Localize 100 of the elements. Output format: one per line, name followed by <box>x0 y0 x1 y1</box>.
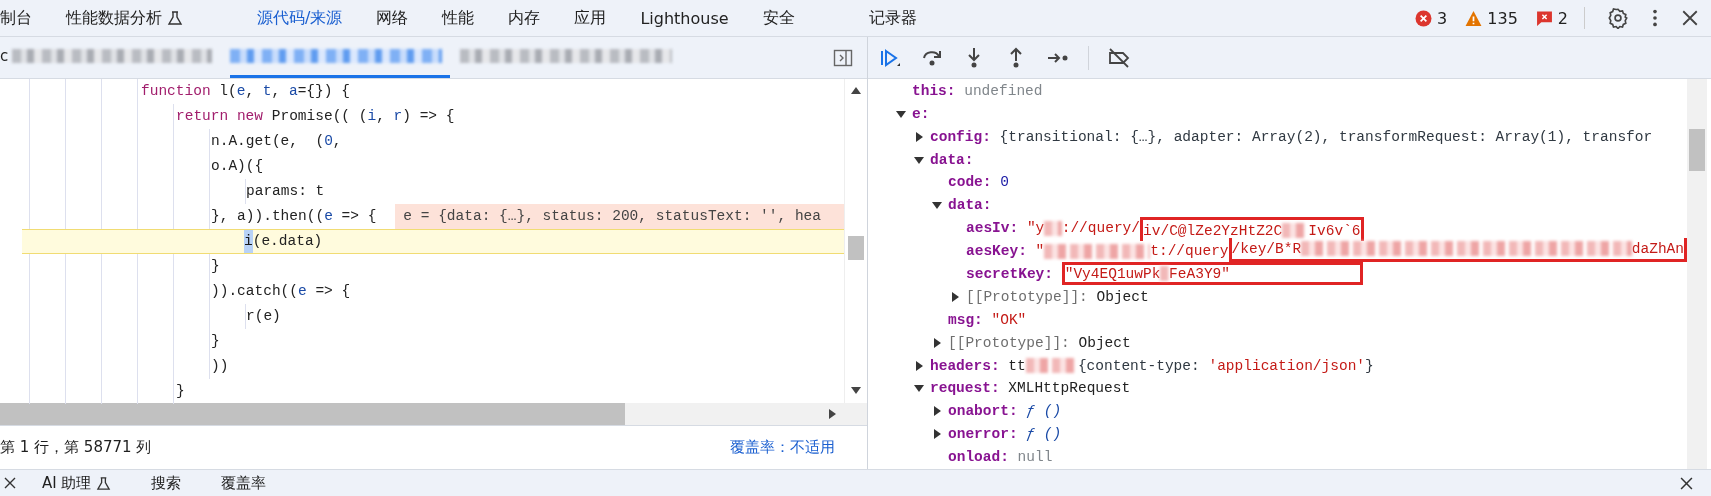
property-key: aesIv: <box>966 220 1019 237</box>
deactivate-breakpoints-icon[interactable] <box>1107 45 1131 70</box>
property-key: request: <box>930 380 1000 397</box>
property-value: {transitional: {…}, adapter: Array(2), transformRequest: Array(1), transfor <box>999 128 1653 145</box>
property-value: null <box>1017 449 1053 466</box>
issue-counter[interactable]: 2 <box>1533 8 1570 28</box>
panel-tab[interactable]: 性能 <box>425 0 492 37</box>
code-token: , <box>245 82 256 102</box>
scroll-right-icon[interactable] <box>829 409 837 420</box>
code-token: } <box>176 382 185 402</box>
property-value: "OK" <box>991 311 1027 328</box>
code-token: } <box>211 257 220 277</box>
code-token: e <box>324 207 333 227</box>
code-token: o.A)({ <box>211 157 264 177</box>
property-value: t://query <box>1150 243 1229 260</box>
scrollbar-thumb[interactable] <box>1689 129 1705 172</box>
drawer-tab[interactable]: AI 助理 <box>28 473 138 493</box>
drawer-tab[interactable]: 搜索 <box>137 473 208 493</box>
code-token: a <box>288 82 298 102</box>
code-token: t <box>262 82 272 102</box>
property-key: onerror: <box>948 426 1018 443</box>
blurred-text <box>1160 266 1170 282</box>
code-token: }, a)).then(( <box>211 207 325 227</box>
cursor-position: 第 1 行，第 58771 列 <box>0 438 152 458</box>
panel-tab[interactable]: 记录器 <box>851 0 934 37</box>
expanded-arrow-icon[interactable] <box>914 154 924 165</box>
code-token: i <box>244 230 253 254</box>
property-key: aesKey: <box>966 243 1027 260</box>
sidebar-toggle-icon[interactable] <box>833 47 853 68</box>
code-token: , <box>271 82 282 102</box>
collapsed-arrow-icon[interactable] <box>914 131 924 142</box>
property-key: data: <box>930 151 974 168</box>
settings-icon[interactable] <box>1607 7 1629 30</box>
property-value: Object <box>1078 334 1131 351</box>
property-value: daZhAn <box>1631 240 1684 257</box>
issue-counter[interactable]: 135 <box>1463 8 1520 28</box>
property-value: 'application/json' <box>1208 357 1366 374</box>
property-value: tt <box>1008 357 1026 374</box>
property-value: } <box>1365 357 1374 374</box>
code-token: Promise(( ( <box>270 107 368 127</box>
property-value: Iv6v`6 <box>1308 222 1361 239</box>
code-token: e <box>236 82 246 102</box>
collapsed-arrow-icon[interactable] <box>932 406 942 417</box>
issue-icon <box>1535 9 1553 27</box>
code-token: } <box>211 332 220 352</box>
collapsed-arrow-icon[interactable] <box>932 429 942 440</box>
property-key: code: <box>948 174 992 191</box>
panel-tab[interactable]: Lighthouse <box>623 0 746 37</box>
panel-tab[interactable]: 性能数据分析 <box>49 0 200 37</box>
code-token: l( <box>218 82 237 102</box>
issue-counter[interactable]: 3 <box>1413 8 1450 28</box>
scrollbar-thumb[interactable] <box>0 403 625 426</box>
property-value: "y <box>1026 220 1045 237</box>
expanded-arrow-icon[interactable] <box>932 200 942 211</box>
code-token: 0 <box>324 132 333 152</box>
collapsed-arrow-icon[interactable] <box>950 291 960 302</box>
property-key: config: <box>930 128 991 145</box>
property-value: ƒ () <box>1026 426 1062 443</box>
property-value: ƒ () <box>1026 403 1062 420</box>
scroll-down-icon[interactable] <box>851 387 861 396</box>
property-key: this: <box>912 82 956 99</box>
file-tab-label: c <box>0 47 9 66</box>
expanded-arrow-icon[interactable] <box>896 108 906 119</box>
code-token: n.A.get(e, ( <box>211 132 325 152</box>
property-value: undefined <box>964 82 1043 99</box>
property-value: FeA3Y9" <box>1169 266 1231 282</box>
panel-tab[interactable]: 源代码/来源 <box>240 0 360 37</box>
collapsed-arrow-icon[interactable] <box>932 337 942 348</box>
collapsed-arrow-icon[interactable] <box>914 360 924 371</box>
property-value: 0 <box>1000 174 1009 191</box>
error-icon <box>1415 9 1433 27</box>
inline-value: e = {data: {…}, status: 200, statusText: '', hea <box>395 204 844 230</box>
panel-tab[interactable]: 网络 <box>359 0 426 37</box>
coverage-link[interactable]: 覆盖率：不适用 <box>730 438 835 458</box>
code-token: , <box>376 107 386 127</box>
expanded-arrow-icon[interactable] <box>914 383 924 394</box>
code-token: => { <box>314 282 351 302</box>
panel-tab[interactable]: 内存 <box>491 0 558 37</box>
property-key: e: <box>912 105 930 122</box>
code-token: r <box>393 107 403 127</box>
code-token: i <box>367 107 377 127</box>
property-key: msg: <box>948 311 983 328</box>
close-icon[interactable] <box>1681 9 1699 28</box>
code-token: e <box>298 282 307 302</box>
scrollbar-thumb[interactable] <box>848 236 864 261</box>
code-token: r(e) <box>246 307 281 327</box>
scroll-up-icon[interactable] <box>851 86 861 95</box>
panel-tab[interactable]: 安全 <box>745 0 812 37</box>
close-icon[interactable] <box>4 477 16 490</box>
panel-tab[interactable]: 制台 <box>0 0 49 37</box>
property-key: onload: <box>948 449 1009 466</box>
property-value: Object <box>1096 288 1149 305</box>
code-token: (e.data) <box>252 232 323 252</box>
code-token: ) => { <box>402 107 455 127</box>
property-key: data: <box>948 197 992 214</box>
close-icon[interactable] <box>1680 476 1693 490</box>
panel-tab[interactable]: 应用 <box>557 0 624 37</box>
code-token: )) <box>211 357 229 377</box>
drawer-tab[interactable]: 覆盖率 <box>207 473 293 493</box>
code-token: => { <box>340 207 377 227</box>
